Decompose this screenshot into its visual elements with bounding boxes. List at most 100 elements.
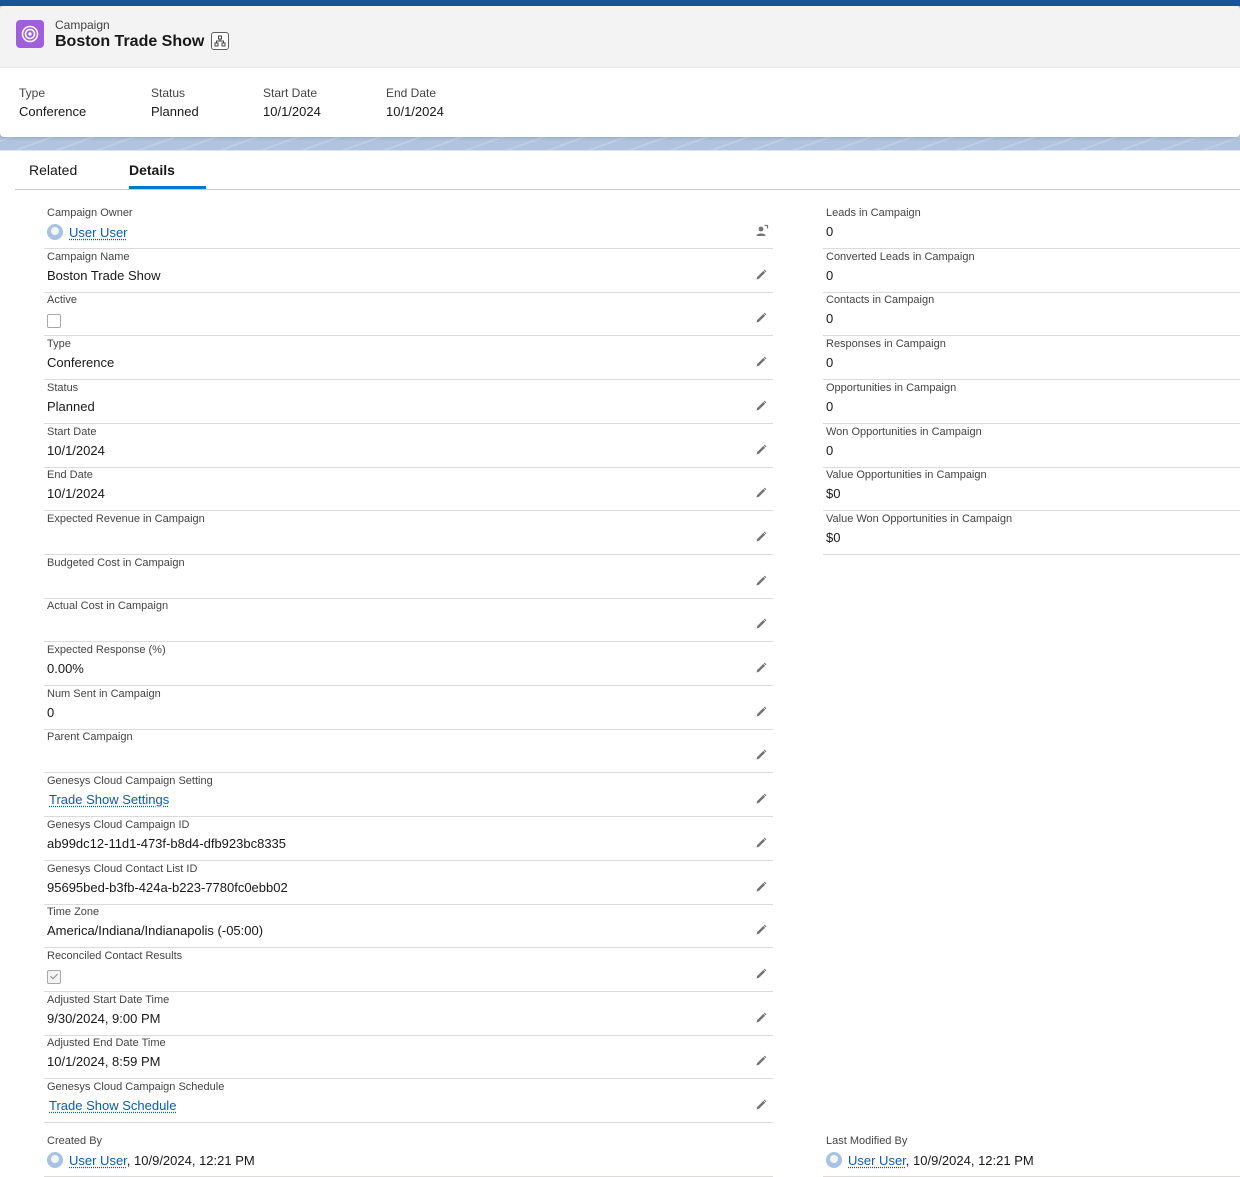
field-campaign-name: Campaign Name Boston Trade Show	[44, 249, 773, 293]
field-value: 0.00%	[47, 661, 84, 676]
pencil-edit-icon[interactable]	[755, 355, 769, 369]
field-label: Parent Campaign	[47, 731, 133, 743]
pencil-edit-icon[interactable]	[755, 967, 769, 981]
highlight-value: 10/1/2024	[386, 104, 444, 119]
field-responses-in-campaign: Responses in Campaign 0	[823, 336, 1240, 380]
field-value: 0	[826, 443, 833, 458]
pencil-edit-icon[interactable]	[755, 923, 769, 937]
field-time-zone: Time Zone America/Indiana/Indianapolis (-…	[44, 904, 773, 948]
pencil-edit-icon[interactable]	[755, 1098, 769, 1112]
field-label: Expected Revenue in Campaign	[47, 513, 205, 525]
created-date: , 10/9/2024, 12:21 PM	[127, 1153, 255, 1168]
field-value: 10/1/2024, 8:59 PM	[47, 1054, 160, 1069]
field-label: Responses in Campaign	[826, 338, 946, 350]
object-label: Campaign	[55, 18, 110, 32]
tab-details[interactable]: Details	[129, 162, 175, 178]
tab-related[interactable]: Related	[29, 162, 77, 178]
pencil-edit-icon[interactable]	[755, 530, 769, 544]
view-hierarchy-button[interactable]	[211, 32, 229, 50]
field-value: 0	[826, 399, 833, 414]
pencil-edit-icon[interactable]	[755, 705, 769, 719]
field-value: 0	[826, 224, 833, 239]
field-value: 0	[826, 355, 833, 370]
field-won-opportunities-in-campaign: Won Opportunities in Campaign 0	[823, 424, 1240, 468]
field-label: Genesys Cloud Campaign Setting	[47, 775, 213, 787]
last-modified-by-field: Last Modified By User User, 10/9/2024, 1…	[823, 1133, 1240, 1177]
highlight-value: 10/1/2024	[263, 104, 321, 119]
field-status: Status Planned	[44, 380, 773, 424]
pencil-edit-icon[interactable]	[755, 748, 769, 762]
field-label: Adjusted End Date Time	[47, 1037, 166, 1049]
field-label: Time Zone	[47, 906, 99, 918]
record-link[interactable]: Trade Show Settings	[49, 792, 169, 807]
field-value: User User	[47, 224, 128, 240]
field-leads-in-campaign: Leads in Campaign 0	[823, 205, 1240, 249]
field-label: Value Won Opportunities in Campaign	[826, 513, 1012, 525]
pencil-edit-icon[interactable]	[755, 617, 769, 631]
user-avatar-icon	[47, 224, 63, 240]
field-genesys-cloud-contact-list-id: Genesys Cloud Contact List ID 95695bed-b3…	[44, 861, 773, 905]
field-opportunities-in-campaign: Opportunities in Campaign 0	[823, 380, 1240, 424]
field-contacts-in-campaign: Contacts in Campaign 0	[823, 292, 1240, 336]
field-actual-cost-in-campaign: Actual Cost in Campaign	[44, 598, 773, 642]
pencil-edit-icon[interactable]	[755, 661, 769, 675]
field-start-date: Start Date 10/1/2024	[44, 424, 773, 468]
pencil-edit-icon[interactable]	[755, 1011, 769, 1025]
field-genesys-cloud-campaign-id: Genesys Cloud Campaign ID ab99dc12-11d1-4…	[44, 817, 773, 861]
owner-user-link[interactable]: User User	[69, 225, 128, 240]
record-header: Campaign Boston Trade Show Type Conferen…	[0, 6, 1240, 137]
field-label: Genesys Cloud Contact List ID	[47, 863, 197, 875]
record-link[interactable]: Trade Show Schedule	[49, 1098, 176, 1113]
tab-bar: Related Details	[15, 151, 1240, 190]
last-modified-by-user-link[interactable]: User User	[848, 1153, 906, 1168]
pencil-edit-icon[interactable]	[755, 486, 769, 500]
field-value: ab99dc12-11d1-473f-b8d4-dfb923bc8335	[47, 836, 286, 851]
highlight-label: Type	[19, 86, 86, 100]
pencil-edit-icon[interactable]	[755, 1054, 769, 1068]
pencil-edit-icon[interactable]	[755, 399, 769, 413]
field-label: Expected Response (%)	[47, 644, 166, 656]
field-value-opportunities-in-campaign: Value Opportunities in Campaign $0	[823, 467, 1240, 511]
field-label: Campaign Name	[47, 251, 130, 263]
field-label: Genesys Cloud Campaign ID	[47, 819, 189, 831]
field-num-sent-in-campaign: Num Sent in Campaign 0	[44, 686, 773, 730]
pencil-edit-icon[interactable]	[755, 792, 769, 806]
field-label: Value Opportunities in Campaign	[826, 469, 987, 481]
pencil-edit-icon[interactable]	[755, 880, 769, 894]
highlight-label: Start Date	[263, 86, 321, 100]
field-label: Created By	[47, 1135, 102, 1147]
pencil-edit-icon[interactable]	[755, 443, 769, 457]
user-avatar-icon	[47, 1152, 63, 1168]
record-title: Boston Trade Show	[55, 33, 204, 51]
highlight-label: End Date	[386, 86, 444, 100]
field-campaign-owner: Campaign Owner User User	[44, 205, 773, 249]
field-label: Type	[47, 338, 71, 350]
record-detail-panel: Related Details Campaign Owner User User C…	[0, 150, 1240, 1176]
field-converted-leads-in-campaign: Converted Leads in Campaign 0	[823, 249, 1240, 293]
field-genesys-cloud-campaign-schedule: Genesys Cloud Campaign Schedule Trade Sho…	[44, 1079, 773, 1123]
field-value: $0	[826, 486, 840, 501]
field-value: 9/30/2024, 9:00 PM	[47, 1011, 160, 1026]
field-adjusted-start-date-time: Adjusted Start Date Time 9/30/2024, 9:00 …	[44, 992, 773, 1036]
highlight-label: Status	[151, 86, 199, 100]
field-label: Converted Leads in Campaign	[826, 251, 975, 263]
change-owner-icon[interactable]	[755, 224, 769, 238]
field-value: Trade Show Settings	[49, 792, 169, 807]
created-by-user-link[interactable]: User User	[69, 1153, 127, 1168]
field-value-won-opportunities-in-campaign: Value Won Opportunities in Campaign $0	[823, 511, 1240, 555]
field-value: 10/1/2024	[47, 443, 105, 458]
pencil-edit-icon[interactable]	[755, 836, 769, 850]
pencil-edit-icon[interactable]	[755, 311, 769, 325]
pencil-edit-icon[interactable]	[755, 574, 769, 588]
field-value: Boston Trade Show	[47, 268, 160, 283]
pencil-edit-icon[interactable]	[755, 268, 769, 282]
field-type: Type Conference	[44, 336, 773, 380]
highlight-end-date: End Date 10/1/2024	[386, 86, 444, 119]
field-value: 10/1/2024	[47, 486, 105, 501]
field-label: Num Sent in Campaign	[47, 688, 161, 700]
field-label: Status	[47, 382, 78, 394]
field-expected-response: Expected Response (%) 0.00%	[44, 642, 773, 686]
field-label: Leads in Campaign	[826, 207, 921, 219]
field-checkbox	[47, 314, 61, 328]
field-value: 95695bed-b3fb-424a-b223-7780fc0ebb02	[47, 880, 288, 895]
